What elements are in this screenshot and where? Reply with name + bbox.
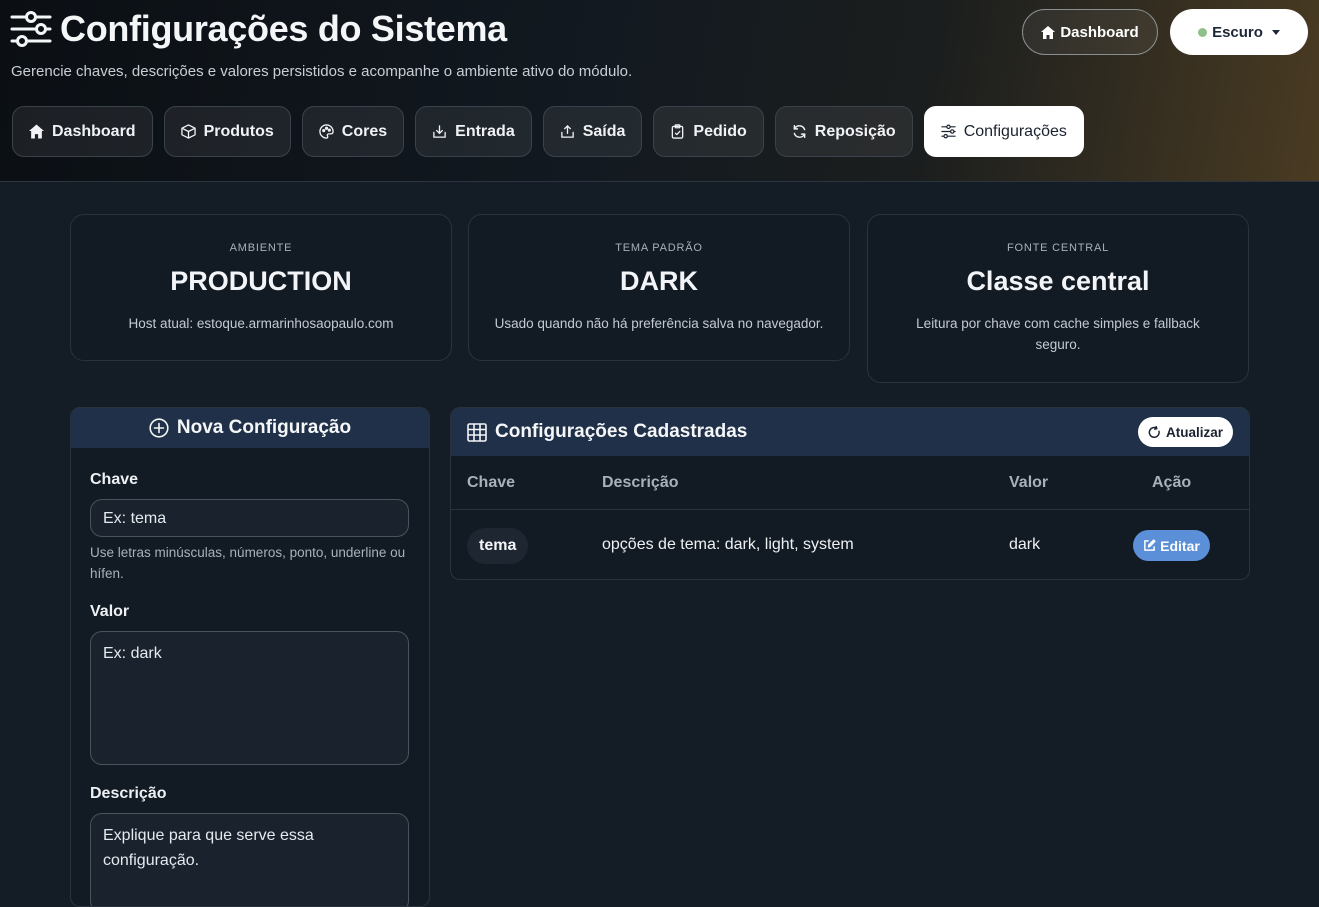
config-value: dark: [1009, 536, 1041, 553]
nav-item-entrada[interactable]: Entrada: [415, 106, 532, 157]
card-description: Leitura por chave com cache simples e fa…: [916, 316, 1200, 352]
key-label: Chave: [90, 471, 139, 488]
nav-item-label: Produtos: [203, 122, 274, 140]
card-value: DARK: [620, 266, 698, 296]
nav-item-pedido[interactable]: Pedido: [653, 106, 764, 157]
card-label: AMBIENTE: [229, 242, 293, 254]
card-description: Usado quando não há preferência salva no…: [494, 316, 824, 331]
column-header-chave: Chave: [467, 474, 516, 491]
new-config-title: Nova Configuração: [176, 417, 352, 438]
card-label: FONTE CENTRAL: [1006, 242, 1110, 254]
nav-item-saida[interactable]: Saída: [542, 106, 643, 157]
column-header-acao: Ação: [1152, 474, 1192, 491]
refresh-button-label: Atualizar: [1165, 424, 1223, 440]
nav-item-label: Configurações: [963, 122, 1067, 140]
refresh-icon: [1148, 425, 1160, 438]
nav-item-label: Reposição: [814, 122, 896, 140]
nav-item-label: Saída: [582, 122, 626, 140]
main-nav: Dashboard Produtos Cores Entrada Saída P…: [12, 106, 1084, 157]
title-wrap: Configurações do Sistema: [10, 8, 507, 50]
theme-status-dot: [1198, 27, 1208, 37]
dashboard-button-label: Dashboard: [1060, 23, 1139, 41]
palette-icon: [319, 124, 334, 139]
central-source-card: FONTE CENTRAL Classe central Leitura por…: [867, 214, 1249, 383]
card-description: Host atual: estoque.armarinhosaopaulo.co…: [128, 316, 394, 331]
key-help-text: Use letras minúsculas, números, ponto, u…: [90, 545, 406, 581]
description-textarea[interactable]: Explique para que serve essa configuraçã…: [90, 813, 409, 906]
column-header-descricao: Descrição: [602, 474, 679, 491]
nav-item-label: Pedido: [693, 122, 747, 140]
nav-item-produtos[interactable]: Produtos: [163, 106, 291, 157]
value-textarea[interactable]: Ex: dark: [90, 631, 409, 765]
nav-item-reposicao[interactable]: Reposição: [774, 106, 913, 157]
nav-item-configuracoes[interactable]: Configurações: [923, 106, 1084, 157]
clipboard-check-icon: [672, 124, 684, 139]
dashboard-button[interactable]: Dashboard: [1022, 9, 1158, 55]
nav-item-label: Cores: [341, 122, 388, 140]
page-header: Configurações do Sistema Gerencie chaves…: [0, 0, 1319, 182]
config-key-badge: tema: [467, 528, 529, 564]
box-icon: [180, 124, 196, 139]
theme-dropdown-label: Escuro: [1212, 23, 1263, 41]
card-value: Classe central: [966, 266, 1150, 296]
card-value: PRODUCTION: [170, 266, 352, 296]
sliders-icon: [10, 11, 52, 47]
refresh-icon: [793, 124, 806, 139]
sliders-icon: [941, 124, 956, 139]
edit-button[interactable]: Editar: [1133, 530, 1210, 561]
column-header-valor: Valor: [1009, 474, 1049, 491]
default-theme-card: TEMA PADRÃO DARK Usado quando não há pre…: [468, 214, 850, 361]
page-title: Configurações do Sistema: [60, 8, 507, 49]
config-description: opções de tema: dark, light, system: [602, 536, 854, 553]
value-label: Valor: [90, 603, 130, 620]
home-icon: [1041, 25, 1056, 39]
environment-card: AMBIENTE PRODUCTION Host atual: estoque.…: [70, 214, 452, 361]
home-icon: [29, 124, 44, 139]
config-list-title: Configurações Cadastradas: [495, 421, 748, 442]
caret-down-icon: [1271, 29, 1280, 35]
nav-item-label: Dashboard: [52, 122, 136, 140]
theme-dropdown[interactable]: Escuro: [1170, 9, 1308, 55]
new-config-header: Nova Configuração: [71, 408, 429, 448]
nav-item-dashboard[interactable]: Dashboard: [12, 106, 153, 157]
download-icon: [433, 125, 446, 138]
edit-icon: [1144, 539, 1156, 551]
config-list-header: Configurações Cadastradas Atualizar: [451, 408, 1249, 456]
description-label: Descrição: [90, 785, 167, 802]
row-divider: [451, 509, 1249, 510]
new-config-panel: Nova Configuração Chave Ex: tema Use let…: [70, 407, 430, 907]
nav-item-cores[interactable]: Cores: [301, 106, 405, 157]
edit-button-label: Editar: [1160, 537, 1200, 554]
plus-circle-icon: [149, 418, 169, 438]
refresh-button[interactable]: Atualizar: [1137, 417, 1233, 447]
card-label: TEMA PADRÃO: [615, 242, 703, 254]
table-icon: [467, 422, 487, 442]
key-input[interactable]: Ex: tema: [90, 499, 409, 537]
config-list-panel: Configurações Cadastradas Atualizar Chav…: [450, 407, 1250, 580]
upload-icon: [560, 124, 574, 138]
page-subtitle: Gerencie chaves, descrições e valores pe…: [11, 63, 633, 80]
nav-item-label: Entrada: [455, 122, 515, 140]
